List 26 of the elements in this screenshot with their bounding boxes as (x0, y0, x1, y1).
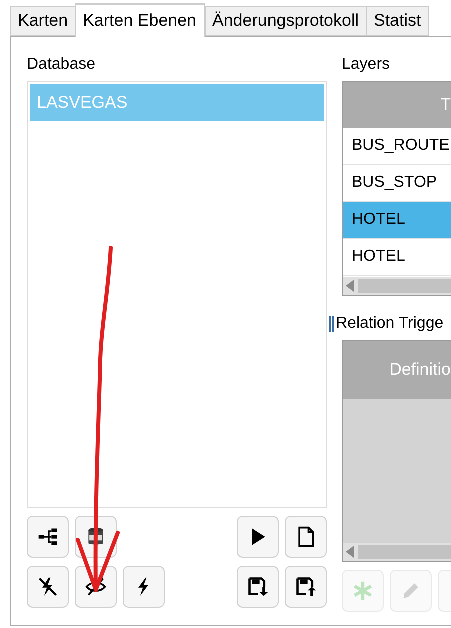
hierarchy-icon (37, 526, 59, 548)
icon-button[interactable] (27, 566, 69, 608)
asterisk-icon (352, 580, 374, 602)
icon-button[interactable] (285, 566, 327, 608)
icon-button[interactable] (27, 516, 69, 558)
section-label: Relation Trigge (336, 314, 444, 334)
icon-button[interactable] (285, 516, 327, 558)
icon-button[interactable] (123, 566, 165, 608)
splitter-handle[interactable] (329, 316, 334, 332)
save-down-icon (247, 576, 269, 598)
section-label: Database (27, 55, 96, 75)
scroll-left-icon[interactable] (346, 280, 354, 292)
horizontal-scrollbar[interactable] (343, 543, 451, 561)
scroll-left-icon[interactable] (346, 546, 354, 558)
table-row[interactable]: HOTEL (343, 202, 451, 239)
tab[interactable]: Statist (366, 6, 430, 36)
icon-button[interactable] (237, 566, 279, 608)
horizontal-scrollbar[interactable] (343, 277, 451, 295)
tab[interactable]: Karten Ebenen (75, 3, 205, 37)
section-label: Layers (342, 55, 392, 75)
tab[interactable]: Karten (10, 6, 76, 36)
icon-button[interactable] (237, 516, 279, 558)
save-up-icon (295, 576, 317, 598)
no-flash-icon (37, 576, 59, 598)
tab[interactable]: Änderungsprotokoll (204, 6, 367, 36)
eye-slash-icon (85, 576, 107, 598)
